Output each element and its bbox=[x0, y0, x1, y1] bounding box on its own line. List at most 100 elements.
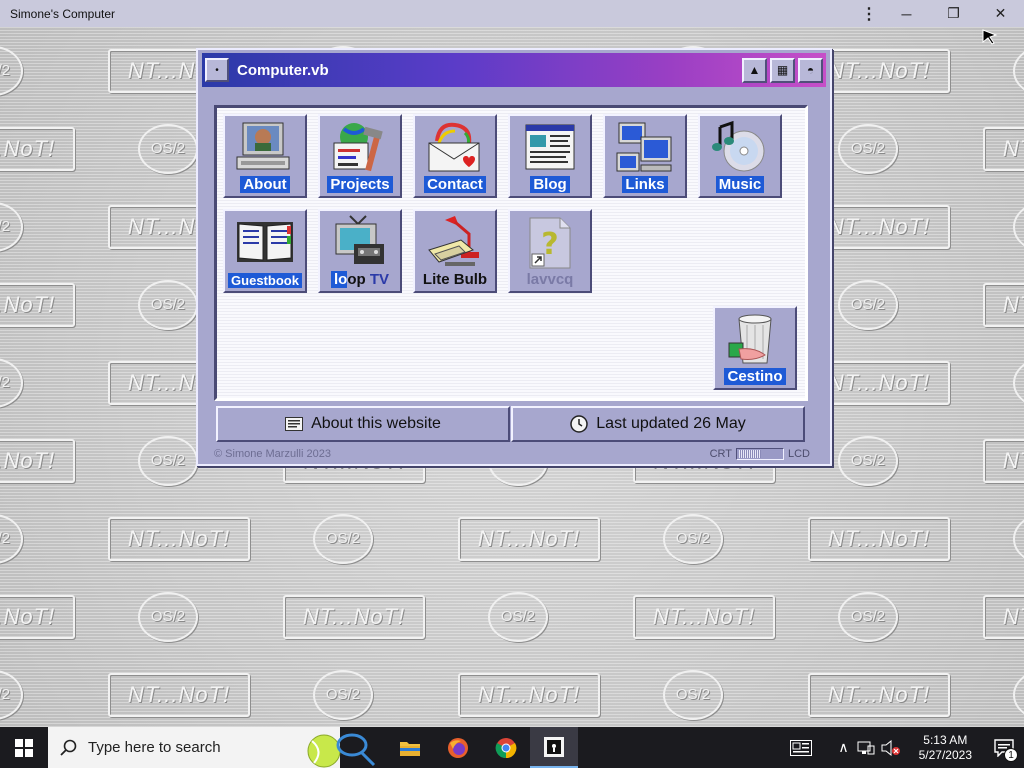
window-title-bar[interactable]: • Computer.vb ▲ ▦ ◓ bbox=[202, 53, 826, 87]
wallpaper-nt-logo: NT...NoT! bbox=[983, 439, 1024, 483]
notification-center-button[interactable]: 1 bbox=[984, 727, 1024, 768]
wallpaper-os2-logo: OS/2 bbox=[1013, 358, 1024, 408]
taskbar-clock[interactable]: 5:13 AM 5/27/2023 bbox=[919, 733, 972, 763]
icon-label: Links bbox=[605, 176, 685, 193]
window-menu-button[interactable]: • bbox=[205, 58, 229, 82]
lavvcq-icon-button[interactable]: ? lavvcq bbox=[508, 209, 592, 293]
about-website-button[interactable]: About this website bbox=[216, 406, 510, 442]
active-app-icon[interactable] bbox=[530, 727, 578, 768]
contact-icon-button[interactable]: Contact bbox=[413, 114, 497, 198]
mouse-cursor-icon bbox=[982, 29, 998, 45]
wallpaper-os2-logo: OS/2 bbox=[488, 592, 548, 642]
links-icon-button[interactable]: Links bbox=[603, 114, 687, 198]
projects-icon-button[interactable]: Projects bbox=[318, 114, 402, 198]
icon-label: Guestbook bbox=[225, 273, 305, 288]
search-icon bbox=[60, 739, 77, 756]
about-website-label: About this website bbox=[311, 415, 441, 432]
guestbook-icon-button[interactable]: Guestbook bbox=[223, 209, 307, 293]
recycle-bin-button[interactable]: Cestino bbox=[713, 306, 797, 390]
blog-icon-button[interactable]: Blog bbox=[508, 114, 592, 198]
window-title: Computer.vb bbox=[237, 61, 329, 79]
system-tray: ∧ 5:13 AM 5/27/2023 1 bbox=[790, 727, 1024, 768]
network-computers-icon bbox=[616, 122, 672, 172]
icon-label: About bbox=[225, 176, 305, 193]
app-title: Simone's Computer bbox=[10, 6, 115, 21]
clock-date: 5/27/2023 bbox=[918, 747, 972, 762]
news-widget-icon[interactable] bbox=[790, 739, 813, 756]
clock-icon bbox=[570, 415, 589, 433]
app-title-bar: Simone's Computer ⋮ ─ ❐ ✕ bbox=[0, 0, 1024, 27]
wallpaper-nt-logo: NT...NoT! bbox=[108, 673, 250, 717]
wallpaper-os2-logo: OS/2 bbox=[663, 514, 723, 564]
about-icon-button[interactable]: About bbox=[223, 114, 307, 198]
computer-user-icon bbox=[236, 122, 290, 170]
wallpaper-os2-logo: OS/2 bbox=[138, 592, 198, 642]
volume-muted-icon[interactable] bbox=[881, 739, 901, 756]
wallpaper-nt-logo: NT...NoT! bbox=[808, 517, 950, 561]
wallpaper-nt-logo: NT...NoT! bbox=[0, 595, 75, 639]
firefox-icon[interactable] bbox=[434, 727, 482, 768]
wallpaper-nt-logo: NT...NoT! bbox=[283, 595, 425, 639]
music-icon-button[interactable]: Music bbox=[698, 114, 782, 198]
recycle-bin-icon bbox=[728, 314, 772, 364]
wallpaper-os2-logo: OS/2 bbox=[138, 280, 198, 330]
wallpaper-os2-logo: OS/2 bbox=[0, 46, 23, 96]
icon-label: Music bbox=[700, 176, 780, 193]
shade-button[interactable]: ◓ bbox=[798, 57, 823, 83]
display-mode-switch: CRT LCD bbox=[710, 448, 810, 460]
wallpaper-os2-logo: OS/2 bbox=[0, 358, 23, 408]
crt-lcd-slider[interactable] bbox=[735, 448, 784, 460]
lcd-label: LCD bbox=[787, 448, 810, 460]
lite-bulb-icon-button[interactable]: Lite Bulb bbox=[413, 209, 497, 293]
wallpaper-os2-logo: OS/2 bbox=[138, 436, 198, 486]
wallpaper-os2-logo: OS/2 bbox=[0, 202, 23, 252]
copyright-text: © Simone Marzulli 2023 bbox=[214, 448, 331, 460]
projects-globe-icon bbox=[333, 123, 383, 172]
wallpaper-os2-logo: OS/2 bbox=[838, 280, 898, 330]
wallpaper-nt-logo: NT...NoT! bbox=[458, 517, 600, 561]
wallpaper-os2-logo: OS/2 bbox=[663, 670, 723, 720]
icon-label: Lite Bulb bbox=[422, 271, 488, 288]
taskbar: Type here to search ∧ 5:13 AM 5/27/2023 … bbox=[0, 727, 1024, 768]
wallpaper-os2-logo: OS/2 bbox=[838, 592, 898, 642]
minimize-button[interactable]: ─ bbox=[883, 0, 930, 27]
maximize-button[interactable]: ▲ bbox=[742, 57, 767, 83]
icon-label: Projects bbox=[320, 176, 400, 193]
wallpaper-os2-logo: OS/2 bbox=[313, 514, 373, 564]
file-explorer-icon[interactable] bbox=[386, 727, 434, 768]
notification-count: 1 bbox=[1004, 748, 1018, 762]
loop-tv-icon-button[interactable]: loop TV bbox=[318, 209, 402, 293]
slider-thumb[interactable] bbox=[738, 450, 761, 458]
wallpaper-nt-logo: NT...NoT! bbox=[983, 283, 1024, 327]
kebab-menu-icon[interactable]: ⋮ bbox=[855, 0, 883, 27]
wallpaper-os2-logo: OS/2 bbox=[1013, 46, 1024, 96]
windows-logo-icon bbox=[15, 738, 33, 757]
document-icon bbox=[285, 417, 304, 431]
start-button[interactable] bbox=[0, 727, 48, 768]
last-updated-label: Last updated 26 May bbox=[596, 415, 746, 432]
clock-time: 5:13 AM bbox=[923, 732, 968, 747]
wallpaper-os2-logo: OS/2 bbox=[0, 670, 23, 720]
unknown-shortcut-icon: ? bbox=[529, 217, 571, 269]
tennis-ball-icon bbox=[307, 733, 376, 768]
computer-window: • Computer.vb ▲ ▦ ◓ About Projects Conta… bbox=[196, 48, 832, 466]
close-button[interactable]: ✕ bbox=[977, 0, 1024, 27]
icon-label: Cestino bbox=[715, 368, 795, 385]
restore-button[interactable]: ❐ bbox=[930, 0, 977, 27]
search-placeholder: Type here to search bbox=[88, 739, 221, 756]
wallpaper-nt-logo: NT...NoT! bbox=[0, 439, 75, 483]
wallpaper-os2-logo: OS/2 bbox=[1013, 514, 1024, 564]
network-icon[interactable] bbox=[857, 740, 875, 756]
wallpaper-os2-logo: OS/2 bbox=[138, 124, 198, 174]
wallpaper-os2-logo: OS/2 bbox=[0, 514, 23, 564]
taskbar-search-box[interactable]: Type here to search bbox=[48, 727, 376, 768]
tile-button[interactable]: ▦ bbox=[770, 57, 795, 83]
wallpaper-nt-logo: NT...NoT! bbox=[108, 517, 250, 561]
icon-label: lavvcq bbox=[526, 271, 574, 288]
wallpaper-nt-logo: NT...NoT! bbox=[458, 673, 600, 717]
wallpaper-os2-logo: OS/2 bbox=[313, 670, 373, 720]
chevron-up-icon[interactable]: ∧ bbox=[838, 739, 848, 756]
last-updated-button[interactable]: Last updated 26 May bbox=[511, 406, 805, 442]
wallpaper-os2-logo: OS/2 bbox=[838, 436, 898, 486]
chrome-icon[interactable] bbox=[482, 727, 530, 768]
